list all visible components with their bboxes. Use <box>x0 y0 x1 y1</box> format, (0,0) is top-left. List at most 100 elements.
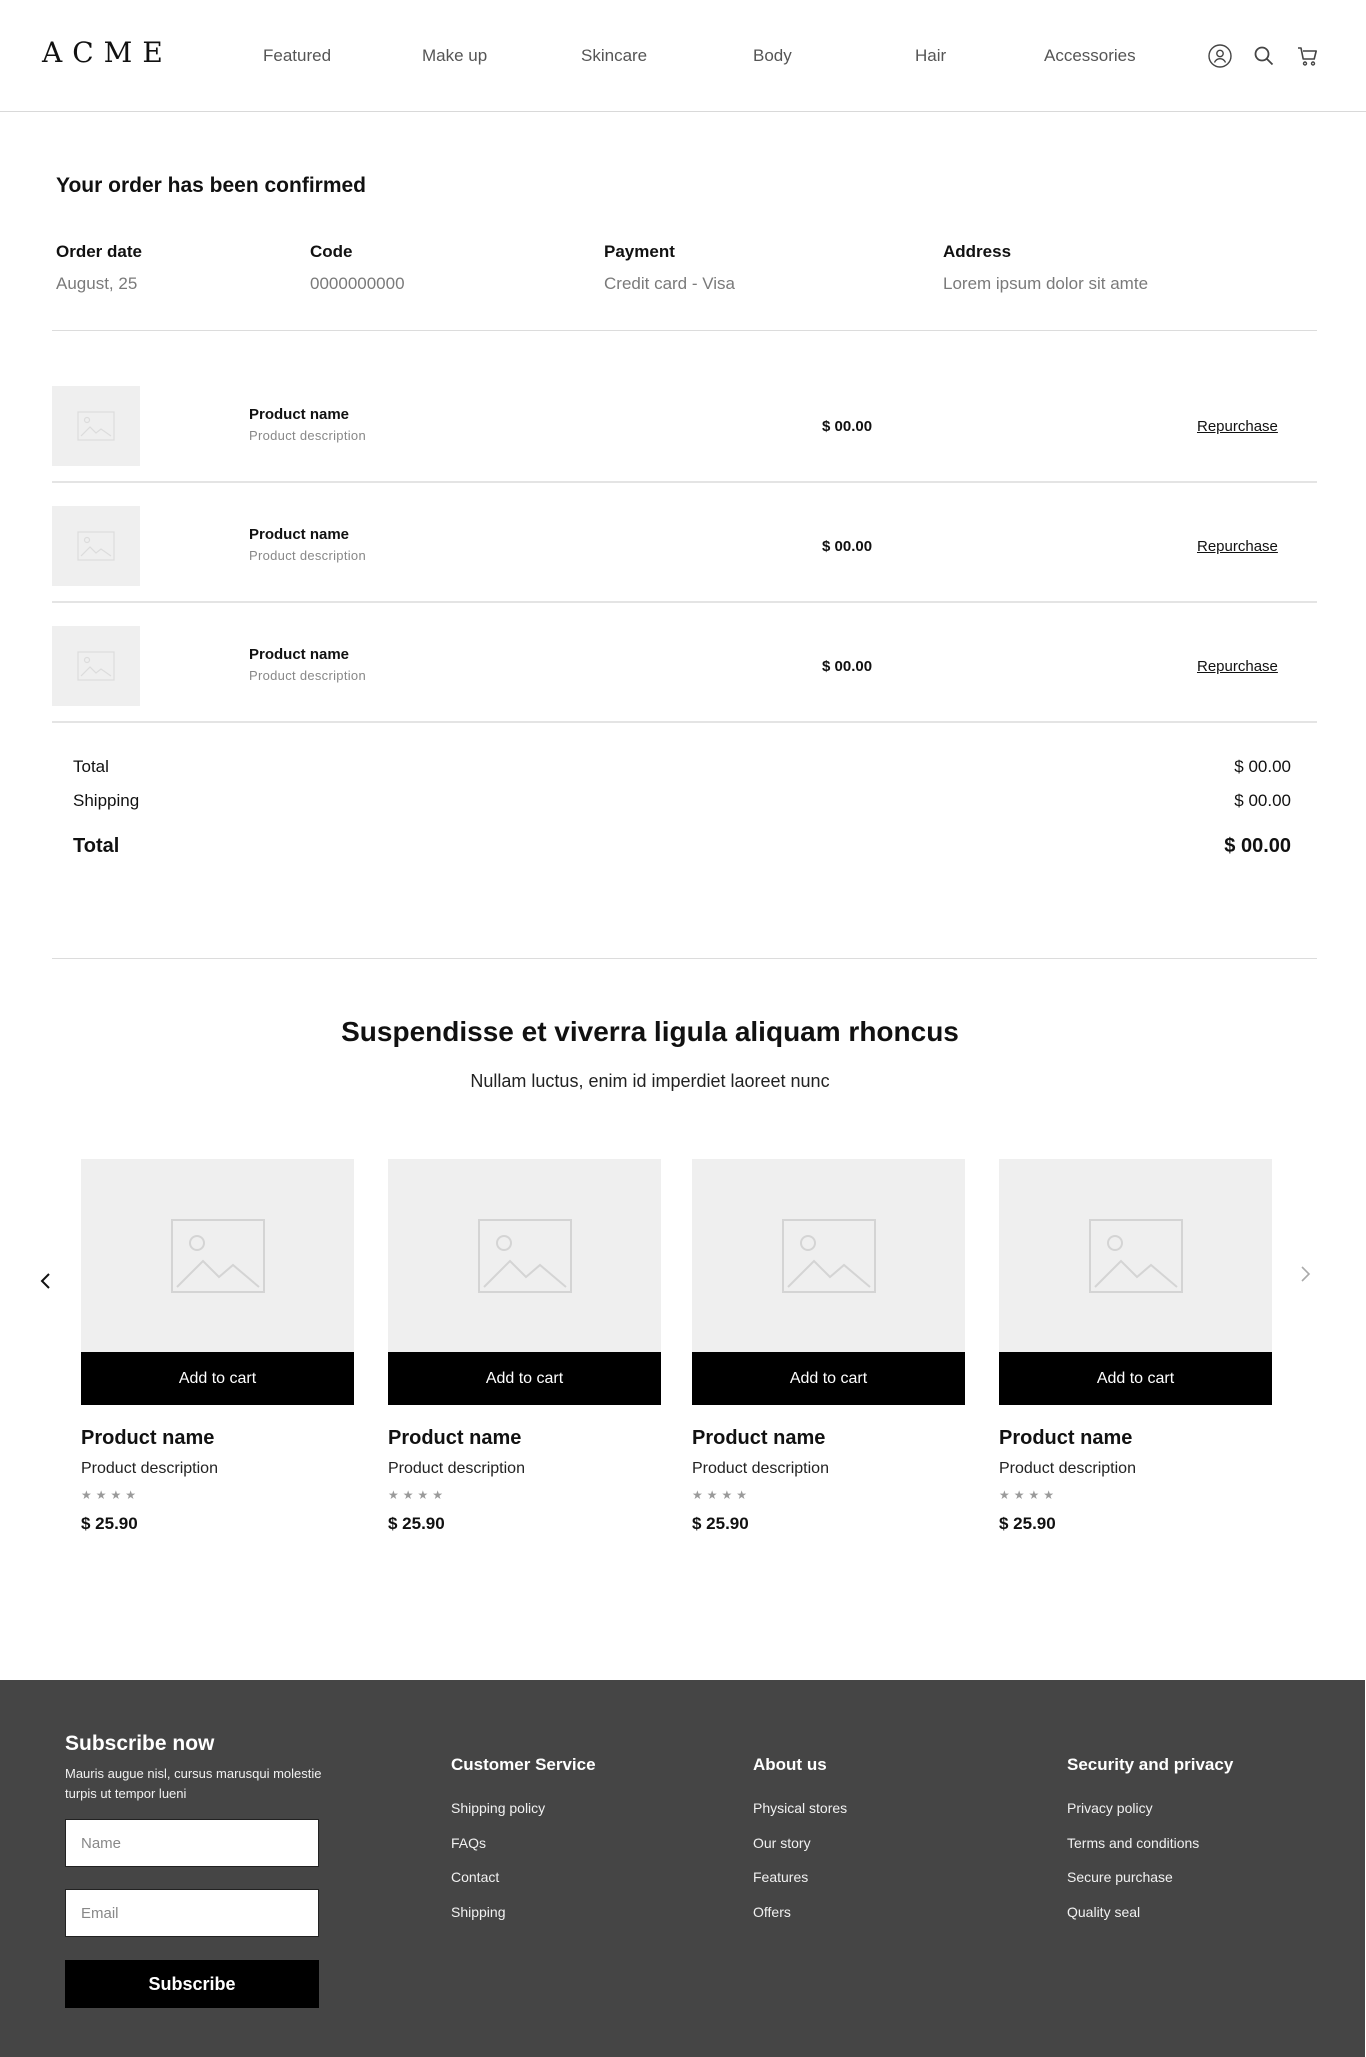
total-value: $ 00.00 <box>1224 835 1291 857</box>
site-header: ACME Featured Make up Skincare Body Hair… <box>0 0 1366 112</box>
repurchase-link[interactable]: Repurchase <box>1197 418 1278 435</box>
about-us-title: About us <box>753 1755 827 1774</box>
order-item-row: Product name Product description $ 00.00… <box>52 603 1317 723</box>
footer-link-offers[interactable]: Offers <box>753 1904 791 1920</box>
product-card: Add to cart Product name Product descrip… <box>692 1159 965 1534</box>
nav-body[interactable]: Body <box>753 46 792 66</box>
order-date-value: August, 25 <box>56 274 138 293</box>
subscribe-title: Subscribe now <box>65 1732 215 1755</box>
payment-label: Payment <box>604 242 675 261</box>
product-thumbnail <box>52 626 140 706</box>
product-name: Product name <box>249 406 350 423</box>
total-label: Total <box>73 835 120 857</box>
footer-link-features[interactable]: Features <box>753 1869 808 1885</box>
divider <box>52 330 1317 331</box>
email-input[interactable] <box>65 1889 319 1937</box>
product-price: $ 00.00 <box>822 418 873 435</box>
footer-link-secure-purchase[interactable]: Secure purchase <box>1067 1869 1173 1885</box>
add-to-cart-button[interactable]: Add to cart <box>81 1352 354 1405</box>
repurchase-link[interactable]: Repurchase <box>1197 538 1278 555</box>
nav-hair[interactable]: Hair <box>915 46 946 66</box>
cart-icon[interactable] <box>1296 44 1320 68</box>
product-card: Add to cart Product name Product descrip… <box>999 1159 1272 1534</box>
footer-link-physical-stores[interactable]: Physical stores <box>753 1800 847 1816</box>
add-to-cart-button[interactable]: Add to cart <box>388 1352 661 1405</box>
chevron-right-icon[interactable] <box>1293 1262 1317 1286</box>
product-price: $ 00.00 <box>822 538 873 555</box>
footer-link-shipping[interactable]: Shipping <box>451 1904 506 1920</box>
divider <box>52 958 1317 959</box>
image-placeholder-icon <box>1088 1218 1183 1293</box>
product-name[interactable]: Product name <box>692 1427 965 1450</box>
product-name[interactable]: Product name <box>388 1427 661 1450</box>
payment-value: Credit card - Visa <box>604 274 736 293</box>
product-name[interactable]: Product name <box>81 1427 354 1450</box>
image-placeholder-icon <box>477 1218 572 1293</box>
product-price: $ 25.90 <box>999 1514 1056 1533</box>
image-placeholder-icon <box>77 531 115 561</box>
site-footer: Subscribe now Mauris augue nisl, cursus … <box>0 1680 1365 2057</box>
product-price: $ 25.90 <box>81 1514 138 1533</box>
order-date-label: Order date <box>56 242 142 261</box>
footer-link-faqs[interactable]: FAQs <box>451 1835 486 1851</box>
search-icon[interactable] <box>1252 44 1276 68</box>
nav-skincare[interactable]: Skincare <box>581 46 647 66</box>
footer-link-quality-seal[interactable]: Quality seal <box>1067 1904 1140 1920</box>
product-name: Product name <box>249 646 350 663</box>
order-code-label: Code <box>310 242 353 261</box>
user-icon[interactable] <box>1208 44 1232 68</box>
name-input[interactable] <box>65 1819 319 1867</box>
address-label: Address <box>943 242 1012 261</box>
product-price: $ 00.00 <box>822 658 873 675</box>
recommendations-title: Suspendisse et viverra ligula aliquam rh… <box>341 1016 959 1047</box>
shipping-value: $ 00.00 <box>1234 791 1291 810</box>
order-confirmed-title: Your order has been confirmed <box>56 174 367 197</box>
subscribe-button[interactable]: Subscribe <box>65 1960 319 2008</box>
image-placeholder-icon <box>77 411 115 441</box>
rating-stars: ★★★★ <box>81 1488 141 1502</box>
logo[interactable]: ACME <box>42 36 173 69</box>
rating-stars: ★★★★ <box>388 1488 448 1502</box>
security-privacy-title: Security and privacy <box>1067 1755 1234 1774</box>
nav-accessories[interactable]: Accessories <box>1044 46 1136 66</box>
add-to-cart-button[interactable]: Add to cart <box>999 1352 1272 1405</box>
product-description: Product description <box>249 428 366 443</box>
product-thumbnail <box>52 506 140 586</box>
rating-stars: ★★★★ <box>692 1488 752 1502</box>
footer-link-contact[interactable]: Contact <box>451 1869 499 1885</box>
product-card: Add to cart Product name Product descrip… <box>81 1159 354 1534</box>
nav-make-up[interactable]: Make up <box>422 46 487 66</box>
order-item-row: Product name Product description $ 00.00… <box>52 483 1317 603</box>
product-thumbnail <box>52 386 140 466</box>
rating-stars: ★★★★ <box>999 1488 1059 1502</box>
product-description: Product description <box>388 1460 525 1477</box>
nav-featured[interactable]: Featured <box>263 46 331 66</box>
recommendations-subtitle: Nullam luctus, enim id imperdiet laoreet… <box>470 1071 830 1091</box>
footer-link-shipping-policy[interactable]: Shipping policy <box>451 1800 545 1816</box>
product-description: Product description <box>249 668 366 683</box>
image-placeholder-icon <box>781 1218 876 1293</box>
chevron-left-icon[interactable] <box>34 1269 58 1293</box>
product-image[interactable] <box>81 1159 354 1352</box>
product-card: Add to cart Product name Product descrip… <box>388 1159 661 1534</box>
customer-service-title: Customer Service <box>451 1755 596 1774</box>
add-to-cart-button[interactable]: Add to cart <box>692 1352 965 1405</box>
image-placeholder-icon <box>170 1218 265 1293</box>
shipping-label: Shipping <box>73 791 140 810</box>
footer-link-terms[interactable]: Terms and conditions <box>1067 1835 1199 1851</box>
order-item-row: Product name Product description $ 00.00… <box>52 363 1317 483</box>
footer-link-privacy-policy[interactable]: Privacy policy <box>1067 1800 1153 1816</box>
image-placeholder-icon <box>77 651 115 681</box>
product-description: Product description <box>81 1460 218 1477</box>
address-value: Lorem ipsum dolor sit amte <box>943 274 1149 293</box>
order-code-value: 0000000000 <box>310 274 405 293</box>
product-name: Product name <box>249 526 350 543</box>
subscribe-text: Mauris augue nisl, cursus marusqui moles… <box>65 1766 322 1801</box>
product-image[interactable] <box>692 1159 965 1352</box>
product-image[interactable] <box>999 1159 1272 1352</box>
product-name[interactable]: Product name <box>999 1427 1272 1450</box>
repurchase-link[interactable]: Repurchase <box>1197 658 1278 675</box>
footer-link-our-story[interactable]: Our story <box>753 1835 811 1851</box>
product-image[interactable] <box>388 1159 661 1352</box>
product-description: Product description <box>999 1460 1136 1477</box>
